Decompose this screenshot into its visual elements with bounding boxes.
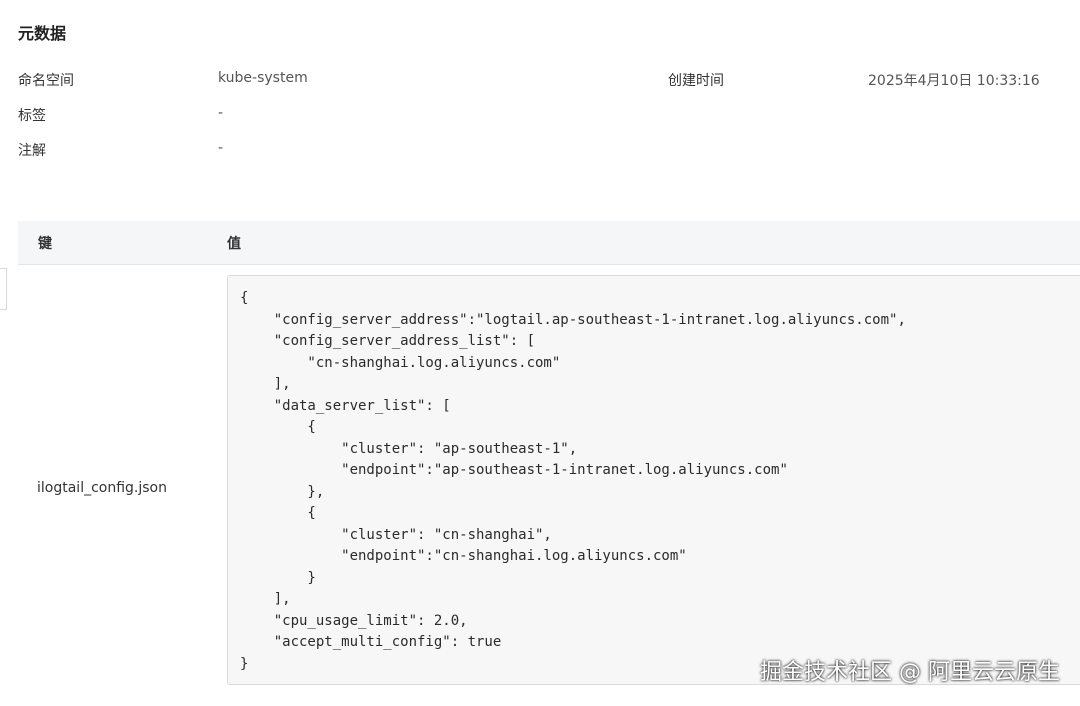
config-json-content: { "config_server_address":"logtail.ap-so… xyxy=(240,290,906,672)
created-time-value: 2025年4月10日 10:33:16 xyxy=(868,73,1040,89)
labels-label: 标签 xyxy=(18,108,46,124)
annotations-value: - xyxy=(218,140,224,156)
watermark: 掘金技术社区 @ 阿里云云原生 xyxy=(760,660,1060,685)
collapse-handle[interactable] xyxy=(0,268,7,310)
namespace-label: 命名空间 xyxy=(18,73,74,89)
labels-value: - xyxy=(218,105,224,121)
namespace-value: kube-system xyxy=(218,70,308,86)
table-row-key: ilogtail_config.json xyxy=(37,480,167,496)
kv-table-header: 键 值 xyxy=(18,221,1080,265)
annotations-label: 注解 xyxy=(18,143,46,159)
value-column-header: 值 xyxy=(227,236,241,252)
key-column-header: 键 xyxy=(38,236,52,252)
config-value-code-block[interactable]: { "config_server_address":"logtail.ap-so… xyxy=(227,275,1080,685)
configmap-detail-page: 元数据 命名空间 kube-system 创建时间 2025年4月10日 10:… xyxy=(0,0,1080,706)
metadata-section-title: 元数据 xyxy=(18,24,67,43)
created-time-label: 创建时间 xyxy=(668,73,724,89)
